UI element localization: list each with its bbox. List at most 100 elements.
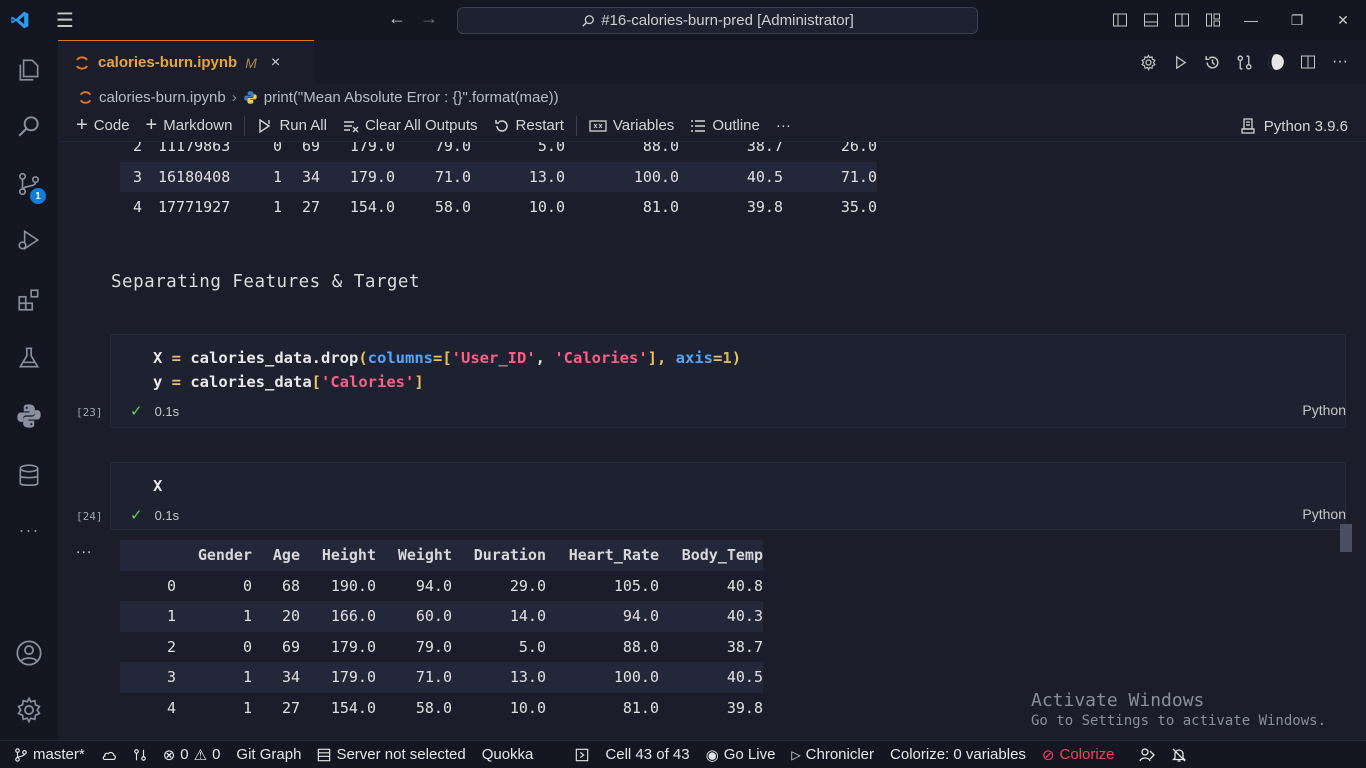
kernel-picker[interactable]: Python 3.9.6 bbox=[1240, 110, 1348, 142]
breadcrumb: calories-burn.ipynb › print("Mean Absolu… bbox=[58, 84, 1366, 110]
toggle-secondary-sidebar-icon[interactable] bbox=[1166, 0, 1197, 40]
extensions-icon[interactable] bbox=[0, 276, 58, 324]
code-cell-24[interactable]: X bbox=[110, 462, 1346, 530]
theme-toggle-icon[interactable] bbox=[1264, 53, 1288, 71]
source-control-icon[interactable]: 1 bbox=[0, 160, 58, 208]
notebook-toolbar: + Code + Markdown Run All Clear All Output… bbox=[58, 110, 1366, 142]
clear-all-outputs-button[interactable]: Clear All Outputs bbox=[335, 110, 486, 142]
git-compare-icon[interactable] bbox=[125, 741, 155, 768]
table-cell: 179.0 bbox=[349, 167, 395, 186]
compare-changes-icon[interactable] bbox=[1232, 54, 1256, 71]
back-arrow-icon[interactable]: ← bbox=[388, 8, 406, 29]
table-cell: 1 bbox=[272, 167, 282, 186]
cell-position[interactable]: Cell 43 of 43 bbox=[597, 741, 697, 768]
server-status[interactable]: Server not selected bbox=[309, 741, 473, 768]
code-line-1[interactable]: X bbox=[153, 477, 162, 495]
table-cell: 13.0 bbox=[528, 167, 565, 186]
table-cell: 11179863 bbox=[158, 142, 231, 156]
cell-language[interactable]: Python bbox=[1302, 402, 1346, 418]
colorize-button[interactable]: ⊘ Colorize bbox=[1034, 741, 1123, 768]
table-cell: 2 bbox=[132, 142, 142, 156]
run-debug-icon[interactable] bbox=[0, 216, 58, 264]
table-cell: 1 bbox=[242, 668, 252, 687]
toolbar-divider bbox=[244, 115, 246, 136]
run-play-icon[interactable] bbox=[1168, 55, 1192, 70]
variables-button[interactable]: Variables bbox=[581, 110, 682, 142]
python-icon[interactable] bbox=[0, 392, 58, 440]
table-cell: 13.0 bbox=[509, 668, 546, 687]
breadcrumb-symbol[interactable]: print("Mean Absolute Error : {}".format(… bbox=[264, 89, 559, 106]
column-header: Heart_Rate bbox=[568, 546, 659, 565]
timeline-history-icon[interactable] bbox=[1200, 54, 1224, 71]
sync-icon[interactable] bbox=[93, 741, 125, 768]
output-dataframe: Gender Age Height Weight Duration Heart_Rate B… bbox=[120, 540, 763, 723]
run-all-button[interactable]: Run All bbox=[249, 110, 335, 142]
markdown-heading: Separating Features & Target bbox=[111, 272, 421, 292]
table-cell: 179.0 bbox=[330, 668, 376, 687]
cell-language[interactable]: Python bbox=[1302, 506, 1346, 522]
account-icon[interactable] bbox=[0, 629, 58, 677]
disabled-icon: ⊘ bbox=[1041, 746, 1055, 764]
table-cell: 68 bbox=[281, 576, 300, 595]
tab-close-icon[interactable]: × bbox=[271, 54, 280, 72]
quokka-button[interactable]: Quokka bbox=[474, 741, 542, 768]
explorer-icon[interactable] bbox=[0, 46, 58, 94]
more-actions-icon[interactable]: ··· bbox=[1328, 53, 1352, 71]
accounts-feedback-icon[interactable] bbox=[1131, 741, 1163, 768]
run-all-icon bbox=[259, 118, 271, 133]
kernel-label: Python 3.9.6 bbox=[1263, 117, 1348, 135]
settings-gear-icon[interactable] bbox=[0, 686, 58, 734]
output-menu-icon[interactable]: ... bbox=[76, 540, 92, 558]
toolbar-more-button[interactable]: ··· bbox=[768, 110, 799, 142]
table-cell: 0 bbox=[272, 142, 282, 156]
table-cell: 166.0 bbox=[330, 607, 376, 626]
table-cell: 94.0 bbox=[622, 607, 659, 626]
tab-calories-burn-notebook[interactable]: calories-burn.ipynb M × bbox=[58, 40, 314, 84]
vertical-scrollbar-thumb[interactable] bbox=[1340, 524, 1352, 552]
table-cell: 40.5 bbox=[726, 668, 763, 687]
more-icon[interactable]: ··· bbox=[0, 506, 58, 554]
table-cell: 10.0 bbox=[528, 198, 565, 217]
customize-layout-icon[interactable] bbox=[1197, 0, 1228, 40]
notifications-bell-icon[interactable] bbox=[1163, 741, 1195, 768]
chronicler-button[interactable]: ▷ Chronicler bbox=[783, 741, 882, 768]
table-cell: 1 bbox=[242, 607, 252, 626]
table-cell: 100.0 bbox=[633, 167, 679, 186]
forward-arrow-icon[interactable]: → bbox=[420, 8, 438, 29]
table-cell: 40.3 bbox=[726, 607, 763, 626]
restart-kernel-button[interactable]: Restart bbox=[486, 110, 572, 142]
outline-button[interactable]: Outline bbox=[682, 110, 768, 142]
code-line-2[interactable]: y = calories_data['Calories'] bbox=[153, 373, 424, 391]
testing-icon[interactable] bbox=[0, 334, 58, 382]
code-cell-23[interactable]: X = calories_data.drop(columns=['User_ID… bbox=[110, 334, 1346, 428]
problems-status[interactable]: ⊗ 0 ⚠ 0 bbox=[155, 741, 229, 768]
colorize-variables-status[interactable]: Colorize: 0 variables bbox=[882, 741, 1034, 768]
table-cell: 5.0 bbox=[537, 142, 565, 156]
add-code-cell-button[interactable]: + Code bbox=[68, 110, 138, 142]
database-icon[interactable] bbox=[0, 452, 58, 500]
table-cell: 71.0 bbox=[434, 167, 471, 186]
toggle-panel-icon[interactable] bbox=[1135, 0, 1166, 40]
search-icon[interactable] bbox=[0, 102, 58, 150]
editor-actions: ··· bbox=[1136, 40, 1352, 84]
restore-window-icon[interactable]: ❐ bbox=[1274, 0, 1320, 40]
close-window-icon[interactable]: ✕ bbox=[1320, 0, 1366, 40]
row-index: 4 bbox=[166, 698, 176, 717]
execution-count: [23] bbox=[76, 406, 103, 419]
table-row: 3 16180408 1 34 179.0 71.0 13.0 100.0 40.5 71.0 bbox=[120, 161, 877, 192]
gear-icon[interactable] bbox=[1136, 53, 1160, 71]
command-center-search[interactable]: #16-calories-burn-pred [Administrator] bbox=[457, 7, 978, 34]
table-cell: 71.0 bbox=[840, 167, 877, 186]
go-live-button[interactable]: ◉ Go Live bbox=[698, 741, 784, 768]
minimize-window-icon[interactable]: — bbox=[1228, 0, 1274, 40]
code-line-1[interactable]: X = calories_data.drop(columns=['User_ID… bbox=[153, 349, 741, 367]
hamburger-menu-icon[interactable]: ☰ bbox=[40, 0, 90, 40]
git-graph-button[interactable]: Git Graph bbox=[228, 741, 309, 768]
breadcrumb-file[interactable]: calories-burn.ipynb bbox=[99, 89, 226, 106]
add-markdown-cell-button[interactable]: + Markdown bbox=[138, 110, 241, 142]
toggle-primary-sidebar-icon[interactable] bbox=[1104, 0, 1135, 40]
split-editor-icon[interactable] bbox=[1296, 54, 1320, 70]
table-cell: 16180408 bbox=[158, 167, 231, 186]
git-branch-status[interactable]: master* bbox=[0, 741, 93, 768]
cell-navigation-icon[interactable] bbox=[567, 741, 597, 768]
